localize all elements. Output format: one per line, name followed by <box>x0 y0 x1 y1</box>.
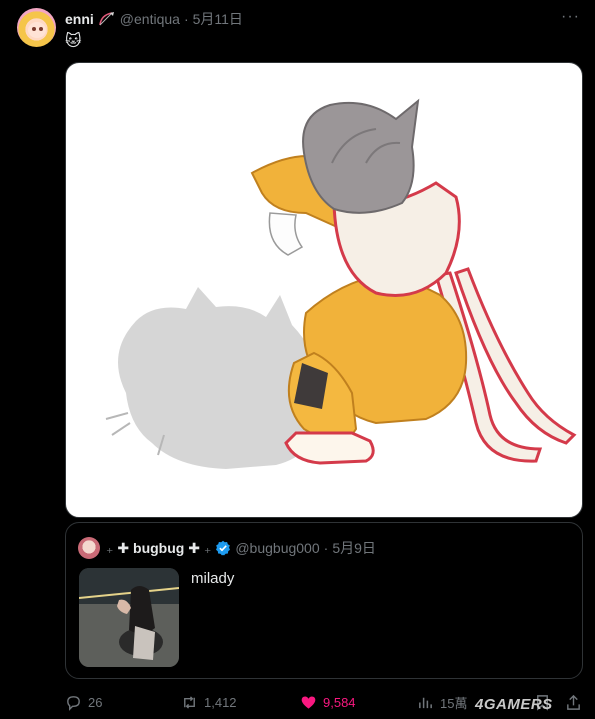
author-avatar[interactable] <box>17 8 56 47</box>
author-handle[interactable]: @entiqua <box>120 11 180 27</box>
more-dots-icon[interactable]: ··· <box>561 9 579 25</box>
quoted-author-name[interactable]: ✚ bugbug ✚ <box>117 540 200 557</box>
author-name[interactable]: enni <box>65 11 94 27</box>
quoted-post[interactable]: ₊ ✚ bugbug ✚ ₊ @bugbug000 · 5月9日 milady <box>65 522 583 679</box>
bow-and-arrow-icon <box>98 12 114 26</box>
heart-icon <box>301 695 316 709</box>
like-count: 9,584 <box>323 694 356 710</box>
reply-icon <box>67 695 80 711</box>
verified-badge-icon <box>216 540 231 556</box>
separator-dot: · <box>323 540 329 556</box>
repost-icon <box>184 695 195 709</box>
avatar-eye <box>32 27 36 31</box>
watermark: 4GAMERS <box>475 696 553 713</box>
avatar-face <box>28 22 46 38</box>
quoted-post-header: ₊ ✚ bugbug ✚ ₊ @bugbug000 · 5月9日 <box>106 537 376 559</box>
photo-graphic <box>79 568 179 667</box>
like-button[interactable]: 9,584 <box>300 692 356 712</box>
quoted-post-text: milady <box>191 570 235 587</box>
quoted-author-avatar[interactable] <box>78 537 100 559</box>
views-count: 15萬 <box>440 695 468 711</box>
share-icon <box>567 694 580 710</box>
post[interactable]: enni @entiqua · 5月11日 ··· 🐱 ₊ ✚ bugbug ✚… <box>0 0 595 719</box>
views-icon <box>419 697 432 708</box>
views-button[interactable]: 15萬 <box>417 692 467 712</box>
repost-button[interactable]: 1,412 <box>181 692 237 712</box>
illustration-graphic <box>105 98 577 469</box>
avatar-eye <box>39 27 43 31</box>
reply-count: 26 <box>88 694 103 710</box>
post-text: 🐱 <box>65 33 82 50</box>
name-decoration: ₊ <box>106 539 114 556</box>
post-header: enni @entiqua · 5月11日 <box>65 9 243 29</box>
name-decoration: ₊ <box>203 539 212 556</box>
reply-button[interactable]: 26 <box>65 692 102 712</box>
post-image[interactable] <box>65 62 583 518</box>
quoted-post-date[interactable]: 5月9日 <box>332 538 376 558</box>
quoted-author-handle[interactable]: @bugbug000 <box>235 540 319 556</box>
post-date[interactable]: 5月11日 <box>193 9 243 29</box>
quoted-post-image[interactable] <box>79 568 179 667</box>
separator-dot: · <box>183 11 189 27</box>
share-button[interactable] <box>565 692 582 712</box>
repost-count: 1,412 <box>204 694 237 710</box>
